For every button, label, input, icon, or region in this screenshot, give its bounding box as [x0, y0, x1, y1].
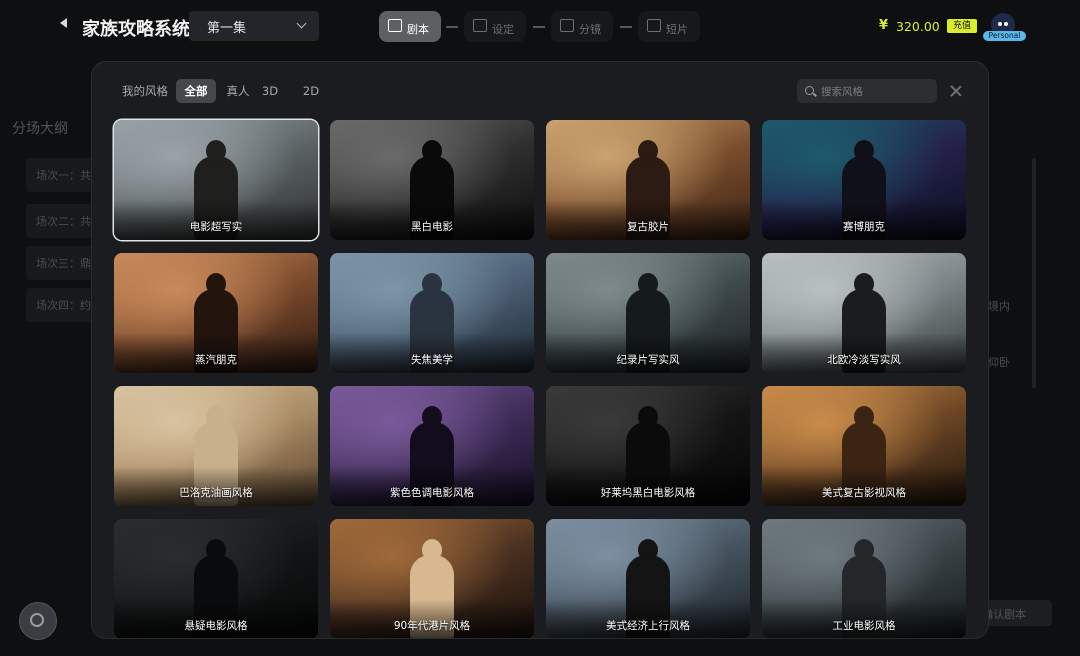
style-card[interactable]: 蒸汽朋克	[114, 253, 318, 373]
figure-head	[422, 273, 442, 295]
step-settings[interactable]: 设定	[464, 11, 526, 42]
plan-badge: Personal	[983, 31, 1026, 41]
step-storyboard[interactable]: 分镜	[551, 11, 613, 42]
style-card-label: 美式经济上行风格	[606, 620, 690, 632]
figure-head	[206, 539, 226, 561]
style-card[interactable]: 工业电影风格	[762, 519, 966, 638]
style-card[interactable]: 北欧冷淡写实风	[762, 253, 966, 373]
style-card-label: 紫色色调电影风格	[390, 487, 474, 499]
tab-2d[interactable]: 2D	[299, 79, 323, 103]
style-card[interactable]: 纪录片写实风	[546, 253, 750, 373]
scrollbar[interactable]	[1032, 158, 1036, 388]
figure-head	[206, 273, 226, 295]
step-connector	[620, 26, 632, 28]
style-card-label: 工业电影风格	[832, 620, 896, 632]
outline-title: 分场大纲	[12, 121, 68, 137]
style-card[interactable]: 复古胶片	[546, 120, 750, 240]
style-card-label: 黑白电影	[411, 221, 453, 233]
figure-head	[638, 140, 658, 162]
figure-head	[638, 406, 658, 428]
figure-head	[206, 140, 226, 162]
tab-3d[interactable]: 3D	[258, 79, 282, 103]
figure-head	[854, 273, 874, 295]
chevron-down-icon	[296, 18, 307, 29]
style-card[interactable]: 好莱坞黑白电影风格	[546, 386, 750, 506]
step-label: 剧本	[407, 23, 429, 36]
style-card[interactable]: 赛博朋克	[762, 120, 966, 240]
style-card[interactable]: 美式复古影视风格	[762, 386, 966, 506]
step-label: 设定	[492, 23, 514, 36]
step-connector	[446, 26, 458, 28]
style-card[interactable]: 美式经济上行风格	[546, 519, 750, 638]
step-script[interactable]: 剧本	[379, 11, 441, 42]
style-picker-modal: 我的风格 全部 真人 3D 2D 电影超写实 黑白电影 复古胶片 赛博朋克蒸汽朋克 失焦…	[92, 62, 988, 638]
book-icon	[388, 19, 402, 32]
scene-item[interactable]: 场次二：共	[26, 204, 96, 238]
style-card[interactable]: 巴洛克油画风格	[114, 386, 318, 506]
tab-live-action[interactable]: 真人	[222, 79, 254, 103]
style-card[interactable]: 黑白电影	[330, 120, 534, 240]
style-search-input[interactable]	[819, 82, 933, 102]
style-card-label: 电影超写实	[189, 221, 243, 233]
style-card[interactable]: 悬疑电影风格	[114, 519, 318, 638]
style-card-label: 巴洛克油画风格	[179, 487, 253, 499]
style-card-label: 美式复古影视风格	[822, 487, 906, 499]
episode-select-value: 第一集	[207, 21, 247, 36]
figure-head	[854, 140, 874, 162]
step-short-film[interactable]: 短片	[638, 11, 700, 42]
style-card[interactable]: 90年代港片风格	[330, 519, 534, 638]
style-card-label: 失焦美学	[411, 354, 453, 366]
assistant-icon	[30, 613, 44, 627]
figure-head	[638, 273, 658, 295]
step-label: 分镜	[579, 23, 601, 36]
background-text: 仰卧	[988, 356, 1010, 369]
background-text: 境内	[988, 300, 1010, 313]
play-icon	[647, 19, 661, 32]
recharge-button[interactable]: 充值	[947, 19, 977, 33]
scene-item[interactable]: 场次四：约	[26, 288, 96, 322]
tab-all[interactable]: 全部	[176, 79, 216, 103]
settings-card-icon	[473, 19, 487, 32]
figure-head	[638, 539, 658, 561]
style-card-label: 北欧冷淡写实风	[827, 354, 901, 366]
figure-head	[854, 539, 874, 561]
tab-my-styles[interactable]: 我的风格	[112, 79, 178, 103]
scene-item[interactable]: 场次一：共	[26, 158, 96, 192]
figure-head	[422, 539, 442, 561]
step-connector	[533, 26, 545, 28]
style-card-label: 好莱坞黑白电影风格	[600, 487, 696, 499]
style-card-label: 90年代港片风格	[393, 620, 471, 632]
figure-head	[422, 406, 442, 428]
style-card[interactable]: 紫色色调电影风格	[330, 386, 534, 506]
style-card-label: 复古胶片	[627, 221, 669, 233]
back-arrow-icon[interactable]	[60, 18, 67, 28]
figure-head	[206, 406, 226, 428]
close-icon[interactable]	[949, 84, 963, 98]
balance-amount: 320.00	[896, 19, 940, 34]
style-card-label: 蒸汽朋克	[195, 354, 237, 366]
style-card-label: 悬疑电影风格	[184, 620, 248, 632]
style-card[interactable]: 失焦美学	[330, 253, 534, 373]
top-bar: 家族攻略系统 第一集 剧本 设定 分镜 短片 ¥ 320.00 充值 Perso…	[0, 0, 1080, 54]
project-title: 家族攻略系统	[82, 19, 190, 40]
film-strip-icon	[560, 19, 574, 32]
search-icon	[805, 86, 814, 95]
style-grid: 电影超写实 黑白电影 复古胶片 赛博朋克蒸汽朋克 失焦美学 纪录片写实风 北欧冷淡写实风巴洛…	[114, 120, 966, 638]
step-label: 短片	[666, 23, 688, 36]
figure-head	[854, 406, 874, 428]
scene-item[interactable]: 场次三：鼎	[26, 246, 96, 280]
style-card-label: 赛博朋克	[843, 221, 885, 233]
figure-head	[422, 140, 442, 162]
assistant-button[interactable]	[19, 602, 57, 640]
style-card-label: 纪录片写实风	[616, 354, 680, 366]
style-search	[797, 79, 937, 103]
style-card[interactable]: 电影超写实	[114, 120, 318, 240]
episode-select[interactable]: 第一集	[189, 11, 319, 41]
yen-icon: ¥	[879, 18, 889, 33]
